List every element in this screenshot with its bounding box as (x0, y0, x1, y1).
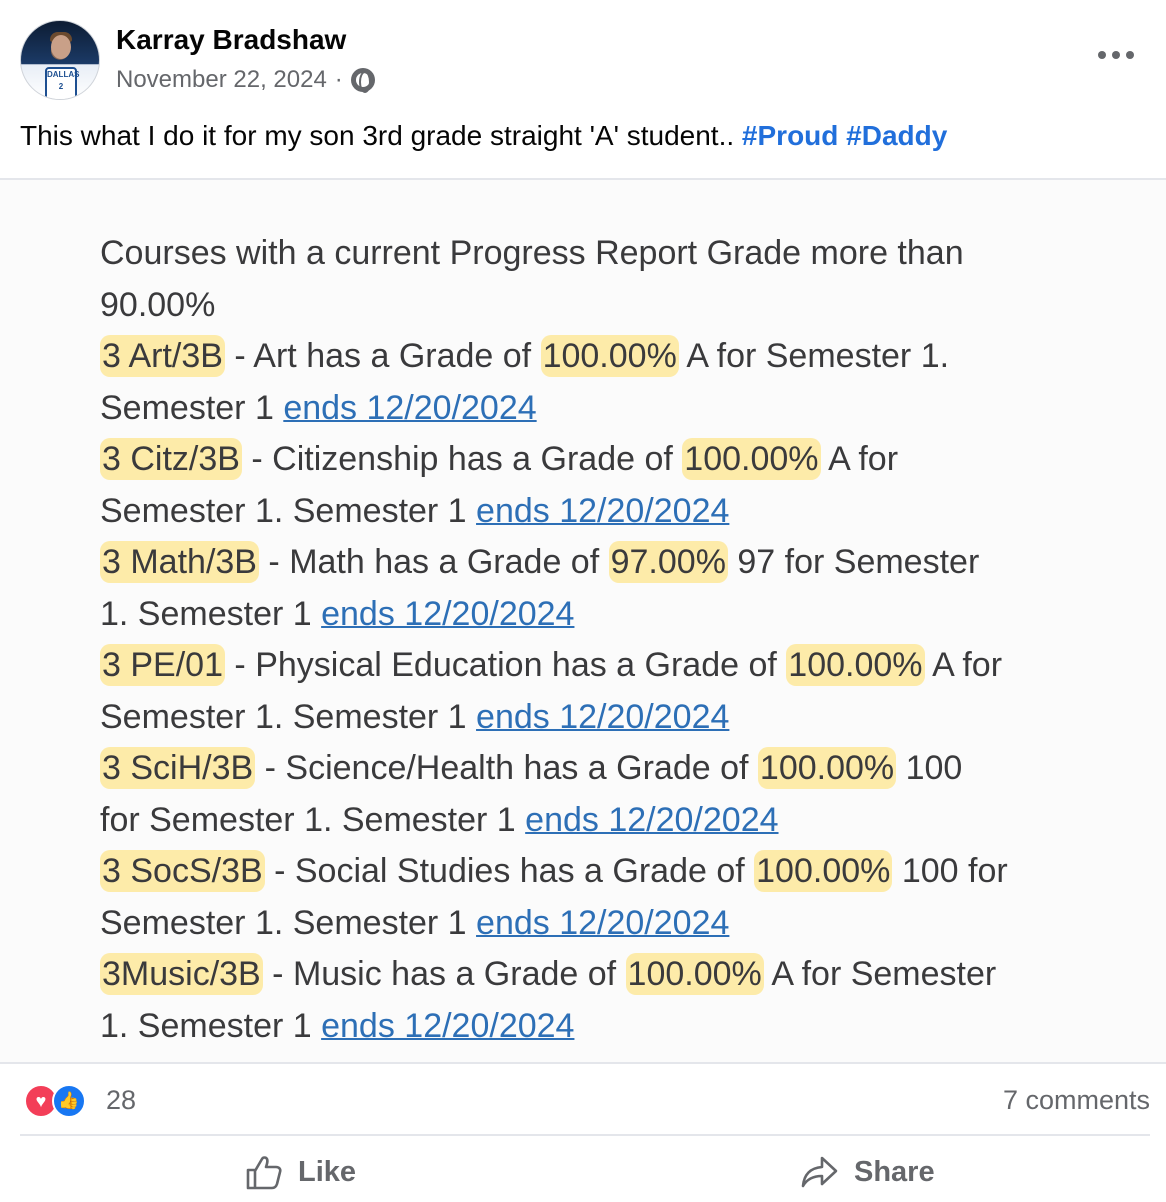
course-code: 3 Art/3B (100, 335, 225, 377)
course-line: Semester 1. Semester 1 ends 12/20/2024 (100, 486, 1140, 538)
hashtag-proud[interactable]: #Proud (742, 120, 838, 151)
course-line: 1. Semester 1 ends 12/20/2024 (100, 589, 1140, 641)
dot-icon (1112, 51, 1120, 59)
course-semester: Semester 1. Semester 1 (100, 697, 477, 736)
course-grade: 100.00% (757, 747, 897, 789)
semester-end-link[interactable]: ends 12/20/2024 (321, 595, 574, 633)
post-meta: November 22, 2024 · (116, 66, 375, 94)
author-name[interactable]: Karray Bradshaw (116, 24, 346, 56)
course-code: 3 Math/3B (100, 541, 259, 583)
course-grade: 100.00% (754, 850, 893, 892)
course-detail: 100 (896, 749, 963, 787)
course-line: Semester 1. Semester 1 ends 12/20/2024 (100, 898, 1140, 950)
comments-count[interactable]: 7 comments (1003, 1085, 1150, 1116)
course-grade: 100.00% (786, 644, 925, 686)
course-description: - Art has a Grade of (224, 337, 541, 375)
semester-end-link[interactable]: ends 12/20/2024 (476, 698, 729, 736)
course-line: 1. Semester 1 ends 12/20/2024 (100, 1001, 1140, 1053)
course-description: - Social Studies has a Grade of (264, 852, 755, 890)
globe-icon (350, 68, 375, 93)
report-intro-line: Courses with a current Progress Report G… (100, 234, 964, 272)
reaction-count[interactable]: 28 (106, 1085, 136, 1116)
course-semester: 1. Semester 1 (100, 1006, 322, 1045)
post-header: DALLAS 2 Karray Bradshaw November 22, 20… (0, 0, 1166, 110)
semester-end-link[interactable]: ends 12/20/2024 (525, 801, 778, 839)
caption-text: This what I do it for my son 3rd grade s… (20, 120, 742, 151)
like-reaction-icon: 👍 (52, 1084, 86, 1118)
course-line: 3Music/3B - Music has a Grade of 100.00%… (100, 949, 1140, 1001)
meta-separator: · (334, 66, 343, 93)
avatar-head (51, 35, 71, 59)
post-photo[interactable]: Courses with a current Progress Report G… (0, 180, 1166, 1062)
semester-end-link[interactable]: ends 12/20/2024 (476, 904, 729, 942)
course-line: 3 SocS/3B - Social Studies has a Grade o… (100, 846, 1140, 898)
course-code: 3 PE/01 (100, 644, 225, 686)
course-detail: 97 for Semester (727, 543, 980, 581)
course-detail: A for (924, 646, 1003, 684)
course-grade: 100.00% (540, 335, 679, 377)
course-line: 3 Citz/3B - Citizenship has a Grade of 1… (100, 434, 1140, 486)
course-grade: 100.00% (682, 438, 821, 480)
course-semester: Semester 1. Semester 1 (100, 903, 477, 942)
reaction-icons[interactable]: ♥ 👍 (24, 1082, 100, 1120)
course-semester: 1. Semester 1 (100, 594, 322, 633)
course-description: - Science/Health has a Grade of (255, 749, 758, 787)
course-detail: A for Semester (763, 955, 997, 993)
semester-end-link[interactable]: ends 12/20/2024 (321, 1007, 574, 1045)
course-list: 3 Art/3B - Art has a Grade of 100.00% A … (100, 331, 1140, 1052)
course-detail: A for Semester 1. (678, 337, 950, 375)
course-code: 3Music/3B (100, 953, 263, 995)
course-line: Semester 1. Semester 1 ends 12/20/2024 (100, 692, 1140, 744)
course-line: 3 Math/3B - Math has a Grade of 97.00% 9… (100, 537, 1140, 589)
avatar-jersey: DALLAS 2 (45, 67, 79, 99)
hashtag-daddy[interactable]: #Daddy (846, 120, 947, 151)
course-grade: 97.00% (608, 541, 728, 583)
thumbs-up-icon (246, 1156, 282, 1190)
course-line: 3 Art/3B - Art has a Grade of 100.00% A … (100, 331, 1140, 383)
share-label: Share (854, 1155, 935, 1188)
course-code: 3 SciH/3B (100, 747, 256, 789)
course-code: 3 Citz/3B (100, 438, 242, 480)
course-detail: 100 for (892, 852, 1008, 890)
semester-end-link[interactable]: ends 12/20/2024 (476, 492, 729, 530)
post-actions: Like Share (0, 1140, 1166, 1202)
dot-icon (1098, 51, 1106, 59)
course-description: - Math has a Grade of (258, 543, 609, 581)
share-arrow-icon (801, 1156, 838, 1188)
share-button[interactable]: Share (800, 1150, 935, 1194)
course-line: for Semester 1. Semester 1 ends 12/20/20… (100, 795, 1140, 847)
course-semester: for Semester 1. Semester 1 (100, 800, 526, 839)
course-description: - Physical Education has a Grade of (224, 646, 787, 684)
course-detail: A for (820, 440, 899, 478)
course-line: 3 SciH/3B - Science/Health has a Grade o… (100, 743, 1140, 795)
more-options-button[interactable] (1098, 40, 1134, 70)
course-description: - Music has a Grade of (262, 955, 626, 993)
course-grade: 100.00% (625, 953, 764, 995)
dot-icon (1126, 51, 1134, 59)
post-caption: This what I do it for my son 3rd grade s… (20, 120, 947, 152)
avatar[interactable]: DALLAS 2 (20, 20, 100, 100)
course-semester: Semester 1 (100, 388, 284, 427)
course-semester: Semester 1. Semester 1 (100, 491, 477, 530)
course-description: - Citizenship has a Grade of (241, 440, 683, 478)
divider (0, 1062, 1166, 1064)
divider (20, 1134, 1150, 1136)
semester-end-link[interactable]: ends 12/20/2024 (283, 389, 536, 427)
course-line: Semester 1 ends 12/20/2024 (100, 383, 1140, 435)
progress-report: Courses with a current Progress Report G… (100, 228, 1140, 1052)
post-stats: ♥ 👍 28 7 comments (20, 1080, 1150, 1124)
like-label: Like (298, 1155, 357, 1188)
report-intro-line: 90.00% (100, 285, 216, 324)
like-button[interactable]: Like (244, 1150, 356, 1194)
post-date[interactable]: November 22, 2024 (116, 66, 327, 94)
course-line: 3 PE/01 - Physical Education has a Grade… (100, 640, 1140, 692)
course-code: 3 SocS/3B (100, 850, 265, 892)
